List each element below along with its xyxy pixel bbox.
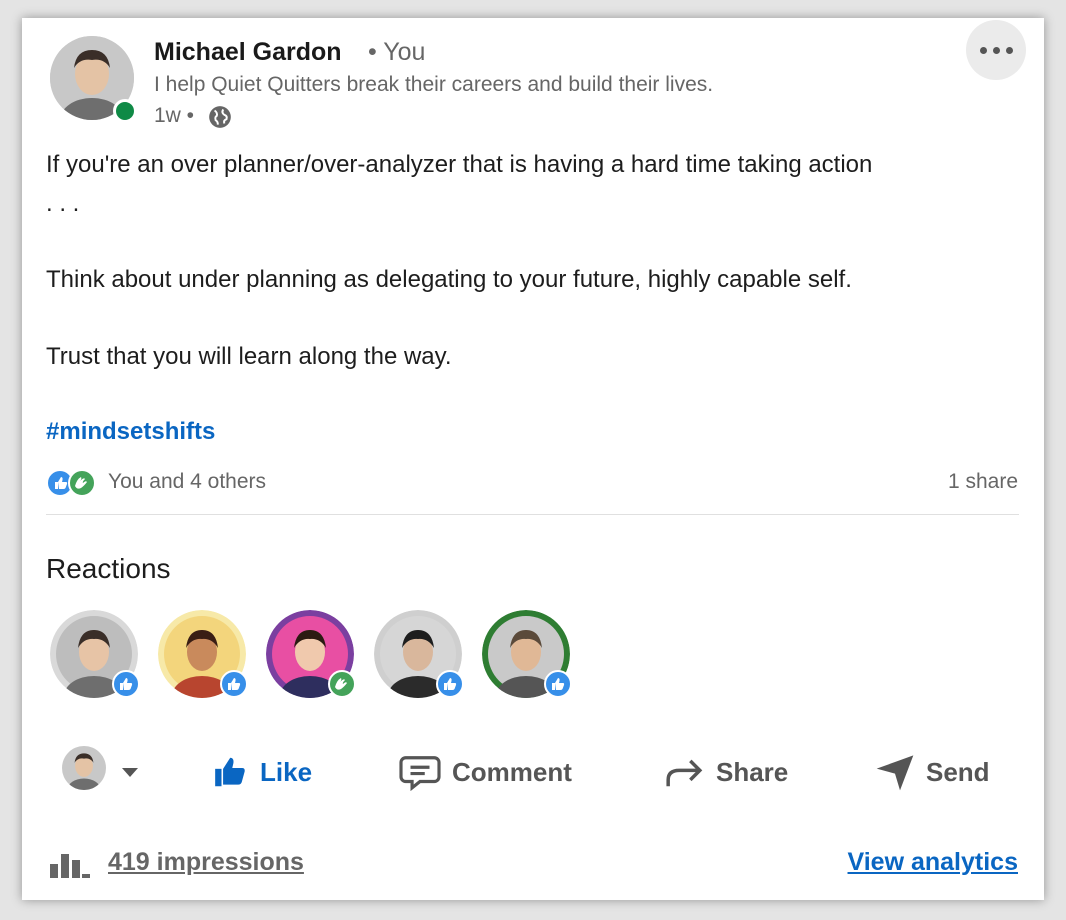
like-label: Like — [260, 756, 313, 787]
chevron-down-icon[interactable] — [122, 768, 138, 777]
comment-button[interactable]: Comment — [398, 750, 572, 794]
thumbs-up-icon — [215, 757, 245, 787]
comment-label: Comment — [452, 756, 572, 787]
dot-icon — [979, 46, 987, 54]
reactions-summary[interactable]: You and 4 others — [108, 470, 266, 494]
like-icon — [544, 670, 572, 698]
like-button[interactable]: Like — [212, 750, 312, 794]
send-label: Send — [926, 756, 990, 787]
author-name[interactable]: Michael Gardon — [154, 38, 342, 67]
impressions-link[interactable]: 419 impressions — [108, 848, 304, 877]
online-status-indicator — [113, 99, 137, 123]
share-button[interactable]: Share — [662, 750, 788, 794]
like-icon — [220, 670, 248, 698]
share-label: Share — [716, 756, 789, 787]
hashtag-link[interactable]: #mindsetshifts — [46, 418, 215, 446]
bar-chart-icon — [50, 854, 90, 878]
post-body-line: . . . — [46, 190, 80, 217]
view-analytics-link[interactable]: View analytics — [848, 848, 1018, 877]
post-card: Michael Gardon • You I help Quiet Quitte… — [22, 18, 1044, 900]
post-body-line: Trust that you will learn along the way. — [46, 343, 452, 370]
like-icon — [112, 670, 140, 698]
post-timestamp: 1w • — [154, 104, 195, 127]
more-options-button[interactable] — [966, 20, 1026, 80]
actor-avatar[interactable] — [62, 746, 106, 790]
comment-icon — [399, 756, 441, 791]
post-body-line: Think about under planning as delegating… — [46, 266, 852, 293]
shares-count[interactable]: 1 share — [948, 470, 1018, 494]
celebrate-icon — [328, 670, 356, 698]
share-arrow-icon — [666, 759, 703, 787]
send-button[interactable]: Send — [874, 750, 990, 794]
author-headline: I help Quiet Quitters break their career… — [154, 73, 714, 96]
divider — [46, 514, 1019, 515]
send-icon — [876, 755, 914, 791]
reaction-icons[interactable] — [46, 468, 102, 498]
author-relationship: • You — [368, 38, 426, 66]
dot-icon — [992, 46, 1000, 54]
post-body-line: If you're an over planner/over-analyzer … — [46, 151, 873, 178]
reactions-title: Reactions — [46, 553, 171, 584]
globe-icon — [209, 106, 231, 128]
like-icon — [436, 670, 464, 698]
dot-icon — [1005, 46, 1013, 54]
